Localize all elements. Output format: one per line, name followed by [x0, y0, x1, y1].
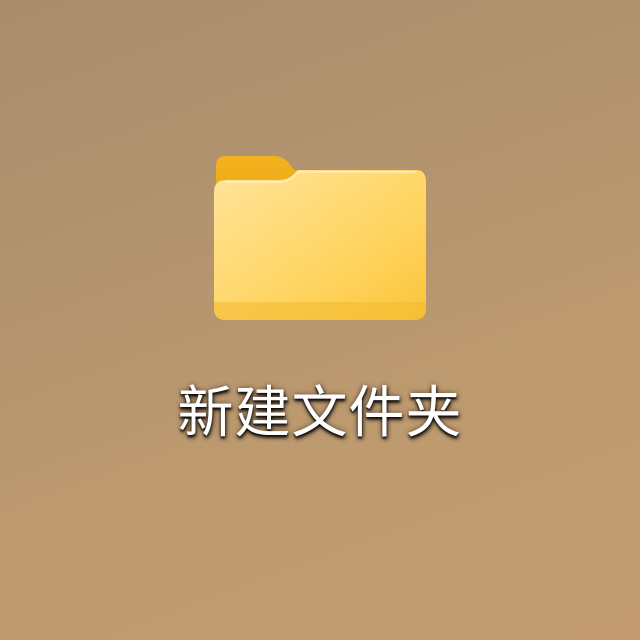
desktop[interactable]: 新建文件夹 [0, 0, 640, 640]
folder-label[interactable]: 新建文件夹 [178, 386, 463, 442]
desktop-folder-item[interactable]: 新建文件夹 [150, 140, 490, 480]
folder-icon[interactable] [210, 152, 430, 324]
